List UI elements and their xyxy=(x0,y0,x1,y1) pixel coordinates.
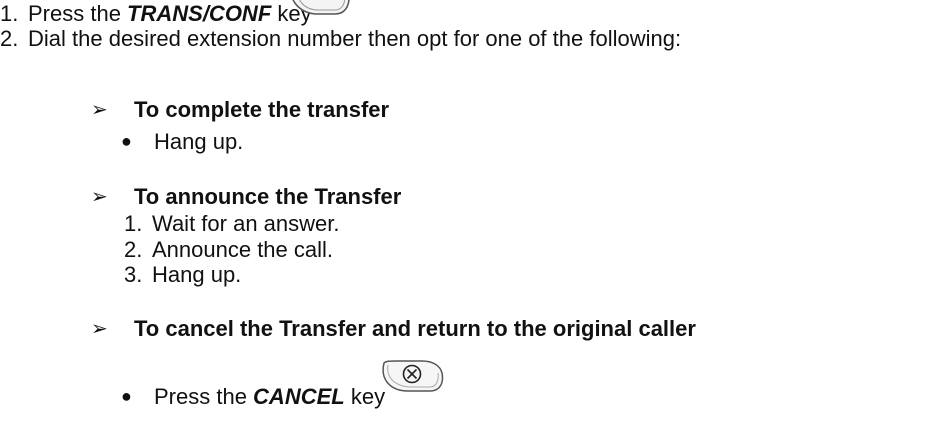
option-2-step-2: 2. Announce the call. xyxy=(124,237,333,263)
step-1: 1. Press the TRANS/CONF key xyxy=(0,1,312,27)
trans-conf-key-label: TRANS/CONF xyxy=(127,1,272,26)
option-2-step-2-number: 2. xyxy=(124,237,143,262)
option-1-heading: To complete the transfer xyxy=(134,97,390,122)
step-1-pre: Press the xyxy=(28,1,128,26)
option-3-bullet-pre: Press the xyxy=(154,384,254,409)
option-2-step-1-number: 1. xyxy=(124,211,143,236)
arrow-bullet-icon: ➢ xyxy=(91,186,108,208)
option-2-step-3: 3. Hang up. xyxy=(124,262,241,288)
option-1-bullet-text: Hang up. xyxy=(154,129,244,154)
step-2-number: 2. xyxy=(0,26,19,51)
step-2-text: Dial the desired extension number then o… xyxy=(28,26,682,51)
arrow-bullet-icon: ➢ xyxy=(91,99,108,121)
option-2-step-3-number: 3. xyxy=(124,262,143,287)
option-2-heading: To announce the Transfer xyxy=(134,184,402,209)
cancel-key-icon xyxy=(382,360,444,392)
arrow-bullet-icon: ➢ xyxy=(91,318,108,340)
option-3-bullet: Press the CANCEL key xyxy=(154,384,385,410)
step-2: 2. Dial the desired extension number then… xyxy=(0,26,681,52)
dot-bullet-icon: ● xyxy=(121,386,132,406)
trans-conf-key-icon xyxy=(292,0,350,15)
option-2-step-2-text: Announce the call. xyxy=(152,237,334,262)
step-1-number: 1. xyxy=(0,1,19,26)
option-2-step-1: 1. Wait for an answer. xyxy=(124,211,339,237)
option-3-heading: To cancel the Transfer and return to the… xyxy=(134,316,696,341)
cancel-key-label: CANCEL xyxy=(253,384,345,409)
dot-bullet-icon: ● xyxy=(121,131,132,151)
option-2-step-3-text: Hang up. xyxy=(152,262,242,287)
option-2-step-1-text: Wait for an answer. xyxy=(152,211,340,236)
